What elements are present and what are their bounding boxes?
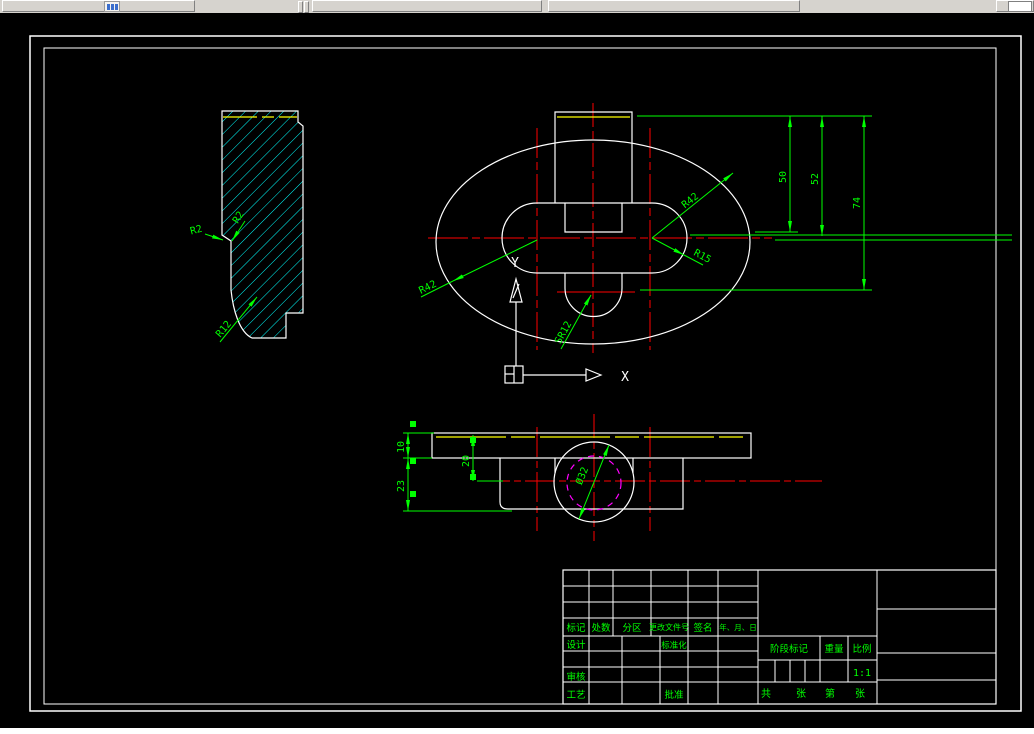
section-view: R2 R2 R12 xyxy=(189,110,304,343)
dim-label-50: 50 xyxy=(778,171,789,183)
cad-application-window: R2 R2 R12 R42 R42 R15 SR12 50 52 74 Y X … xyxy=(0,0,1034,734)
toolbar-panel xyxy=(312,0,542,12)
tb-scale-value: 1:1 xyxy=(853,668,871,679)
toolbar-grip[interactable] xyxy=(298,1,303,13)
title-block-grid xyxy=(563,570,996,704)
status-strip xyxy=(0,728,1034,734)
tb-stage-mark: 阶段标记 xyxy=(770,643,809,655)
toolbar-panel xyxy=(548,0,800,12)
ucs-x-label: X xyxy=(621,370,629,385)
dim-label-r12: R12 xyxy=(214,319,234,340)
tb-weight: 重量 xyxy=(824,643,844,655)
dim-label-23: 23 xyxy=(396,480,407,492)
dim-label-sr12: SR12 xyxy=(553,320,574,346)
section-profile xyxy=(221,110,304,339)
tb-header-change-doc: 更改文件号 xyxy=(649,622,689,632)
ucs-icon: Y X xyxy=(504,256,629,385)
title-block: 标记 处数 分区 更改文件号 签名 年、月、日 设计 标准化 审核 工艺 批准 … xyxy=(562,569,997,705)
sheet-border xyxy=(29,35,1022,712)
tb-check: 审核 xyxy=(566,671,586,683)
tb-header-date: 年、月、日 xyxy=(719,622,757,632)
tb-sheet-total: 共 xyxy=(761,688,771,700)
dim-label-52: 52 xyxy=(810,173,821,185)
leader-r2a xyxy=(204,233,224,241)
boss-block xyxy=(499,458,684,510)
bottom-view: Ø32 10 23 20 xyxy=(396,414,822,541)
leader-r15 xyxy=(651,237,685,256)
toolbar-strip xyxy=(0,0,1034,13)
tb-header-zone: 分区 xyxy=(622,623,642,634)
tb-process: 工艺 xyxy=(566,690,585,701)
leader-r42-lower xyxy=(452,239,538,282)
dim-label-r2a: R2 xyxy=(189,224,203,238)
tb-sheet-zhang1: 张 xyxy=(796,688,806,700)
tb-approve: 批准 xyxy=(664,689,684,701)
table-icon[interactable] xyxy=(104,1,120,12)
dim-label-r15: R15 xyxy=(692,248,713,266)
x-axis-arrowhead xyxy=(585,368,603,382)
top-view: R42 R42 R15 SR12 50 52 74 xyxy=(417,103,1012,353)
dim-label-10: 10 xyxy=(396,441,407,453)
tb-sheet-no: 第 xyxy=(825,687,835,700)
toolbar-panel xyxy=(2,0,195,12)
dim-label-74: 74 xyxy=(852,197,863,209)
layer-combo[interactable] xyxy=(1008,1,1032,12)
ucs-y-label: Y xyxy=(511,256,519,271)
dim-label-r42-upper: R42 xyxy=(680,191,701,211)
extension-lines xyxy=(403,432,512,512)
tb-standardization: 标准化 xyxy=(661,640,687,651)
tb-design: 设计 xyxy=(566,639,586,651)
tb-header-mark: 标记 xyxy=(566,622,586,634)
toolbar-grip[interactable] xyxy=(304,1,309,13)
tb-header-signature: 签名 xyxy=(693,622,712,634)
tb-header-count: 处数 xyxy=(591,622,611,634)
tb-scale-label: 比例 xyxy=(852,643,871,655)
drawing-canvas[interactable]: R2 R2 R12 R42 R42 R15 SR12 50 52 74 Y X … xyxy=(0,13,1034,728)
dim-label-dia: Ø32 xyxy=(573,465,591,486)
tb-sheet-zhang2: 张 xyxy=(855,688,865,700)
dim-label-20: 20 xyxy=(461,455,472,467)
